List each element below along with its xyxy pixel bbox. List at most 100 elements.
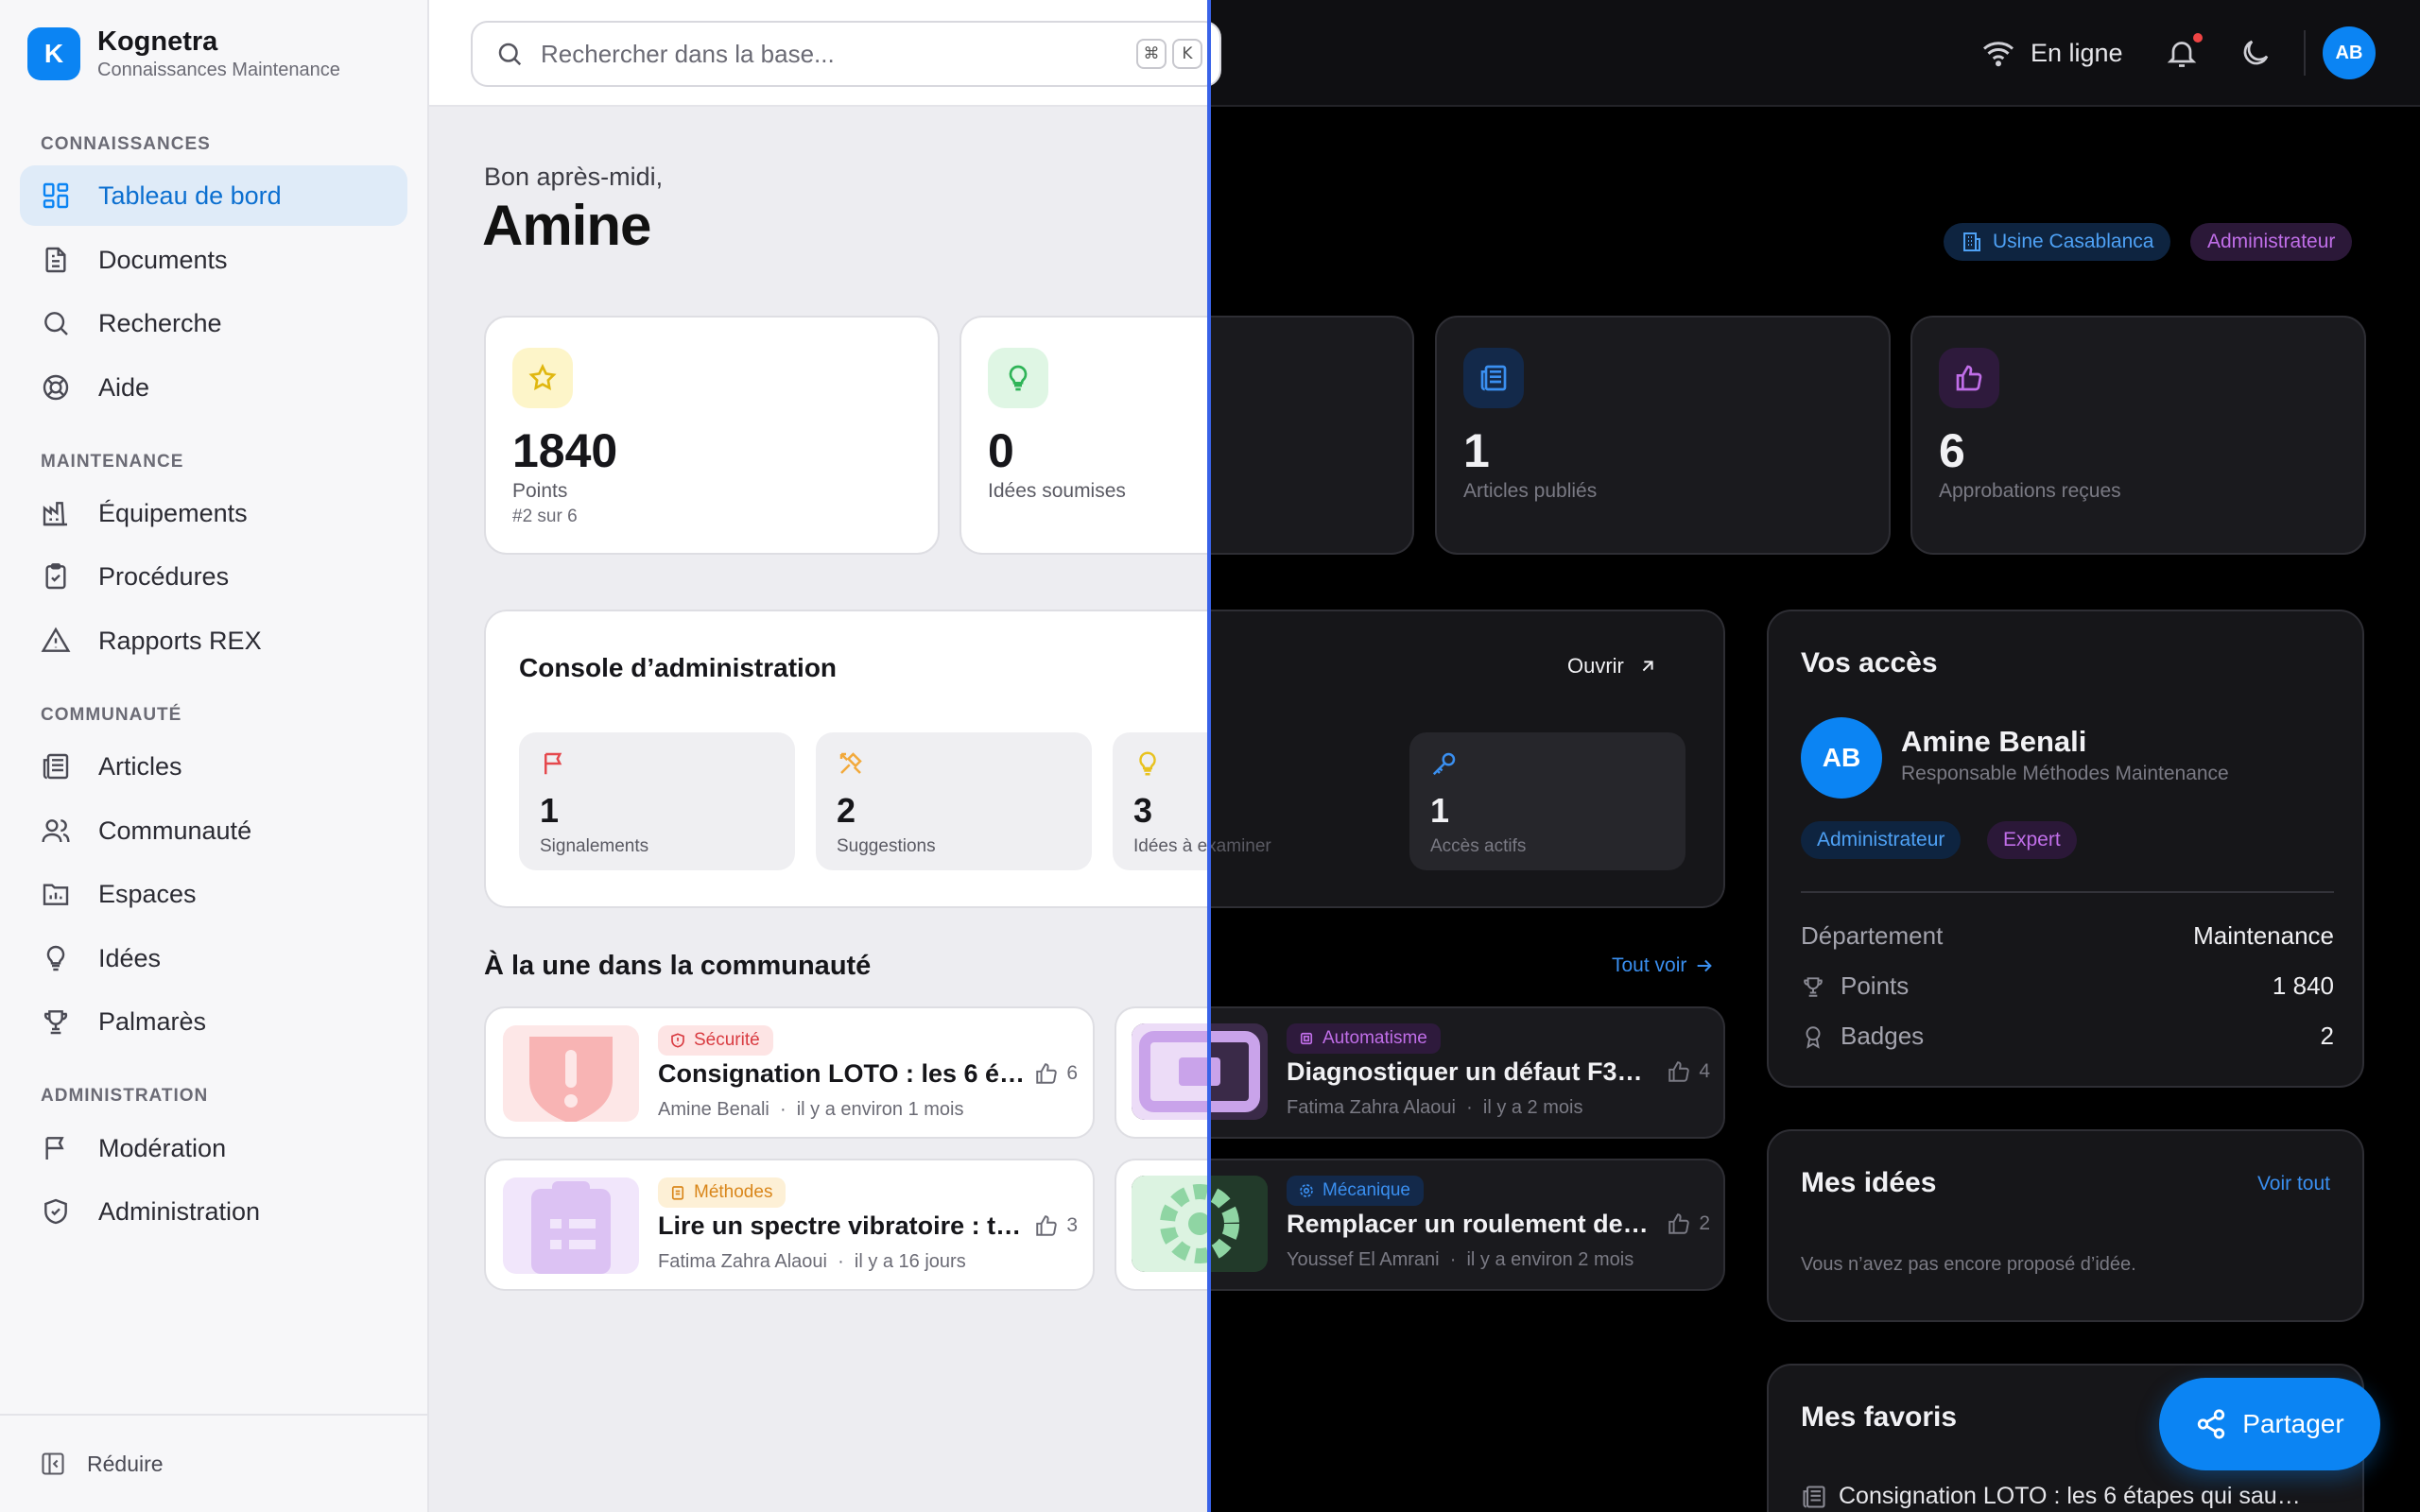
share-label: Partager	[2242, 1409, 2344, 1438]
thumbs-up-icon	[1034, 1061, 1059, 1086]
avatar[interactable]: AB	[2323, 26, 2376, 79]
see-all-link[interactable]: Tout voir	[1612, 954, 1715, 977]
access-row-department: Département Maintenance	[1801, 921, 2334, 950]
share-button[interactable]: Partager	[2159, 1378, 2380, 1470]
post-thumbnail	[1132, 1023, 1268, 1120]
post-likes[interactable]: 6	[1034, 1061, 1078, 1086]
console-item-signalements[interactable]: 1 Signalements	[519, 732, 795, 870]
shield-check-icon	[41, 1196, 71, 1227]
sidebar-item-label: Recherche	[98, 308, 222, 337]
console-item-acces[interactable]: 1 Accès actifs	[1409, 732, 1685, 870]
sidebar-item-rapports-rex[interactable]: Rapports REX	[20, 610, 407, 671]
post-tag: Mécanique	[1287, 1176, 1424, 1206]
sidebar-item-label: Idées	[98, 943, 162, 972]
expert-badge: Expert	[1987, 821, 2077, 859]
share-icon	[2195, 1408, 2227, 1440]
stat-value: 1	[1463, 424, 1490, 477]
shortcut-key-k: K	[1172, 39, 1202, 69]
console-item-value: 3	[1133, 791, 1153, 830]
stat-card-articles: 1 Articles publiés	[1435, 316, 1891, 555]
post-likes[interactable]: 2	[1667, 1211, 1710, 1236]
console-item-suggestions[interactable]: 2 Suggestions	[816, 732, 1092, 870]
favorite-item[interactable]: Consignation LOTO : les 6 étapes qui sau…	[1801, 1483, 2311, 1510]
brand-logo: K	[27, 27, 80, 80]
sidebar-item-idees[interactable]: Idées	[20, 928, 407, 988]
community-post[interactable]: Méthodes Lire un spectre vibratoire : tr…	[484, 1159, 1095, 1291]
sidebar-item-administration[interactable]: Administration	[20, 1181, 407, 1242]
console-item-label: Signalements	[540, 836, 649, 856]
stat-label: Points	[512, 480, 568, 502]
stat-label: Idées soumises	[988, 480, 1126, 502]
sidebar: K Kognetra Connaissances Maintenance CON…	[0, 0, 429, 1512]
shield-alert-icon	[669, 1032, 686, 1049]
post-meta: Youssef El Amrani · il y a environ 2 moi…	[1287, 1249, 1634, 1270]
search-icon	[495, 40, 524, 68]
sidebar-item-moderation[interactable]: Modération	[20, 1118, 407, 1178]
search-icon	[41, 308, 71, 338]
sidebar-item-documents[interactable]: Documents	[20, 230, 407, 290]
user-name: Amine Benali	[1901, 725, 2087, 758]
warning-icon	[41, 626, 71, 656]
connection-status: En ligne	[1979, 36, 2123, 70]
stat-label: Articles publiés	[1463, 480, 1598, 502]
brand[interactable]: K Kognetra Connaissances Maintenance	[27, 26, 340, 82]
sidebar-item-communaute[interactable]: Communauté	[20, 800, 407, 861]
console-item-idees[interactable]: 3 Idées à examiner	[1113, 732, 1271, 870]
admin-console-card: Console d’administration Ouvrir 1 Signal…	[484, 610, 1725, 908]
sidebar-item-label: Modération	[98, 1133, 227, 1162]
post-tag: Automatisme	[1287, 1023, 1441, 1054]
post-likes[interactable]: 4	[1667, 1059, 1710, 1084]
post-title: Diagnostiquer un défaut F30001 sur varia…	[1287, 1057, 1655, 1086]
sidebar-item-label: Procédures	[98, 561, 230, 591]
favorite-title: Consignation LOTO : les 6 étapes qui sau…	[1839, 1483, 2311, 1509]
console-open-button[interactable]: Ouvrir	[1567, 654, 1658, 679]
sidebar-item-recherche[interactable]: Recherche	[20, 293, 407, 353]
newspaper-icon	[41, 751, 71, 782]
arrow-right-icon	[1694, 955, 1715, 976]
console-title: Console d’administration	[519, 653, 838, 682]
sidebar-item-label: Administration	[98, 1196, 261, 1226]
stat-value: 0	[988, 424, 1014, 477]
site-chip: Usine Casablanca	[1944, 223, 2171, 261]
access-title: Vos accès	[1801, 647, 1938, 679]
section-communaute: COMMUNAUTÉ	[41, 705, 182, 725]
ideas-see-all-link[interactable]: Voir tout	[2257, 1173, 2330, 1195]
favorites-title: Mes favoris	[1801, 1401, 1958, 1433]
sidebar-item-equipements[interactable]: Équipements	[20, 483, 407, 543]
key-icon	[1430, 749, 1459, 778]
thumbs-up-icon	[1939, 348, 1999, 408]
newspaper-icon	[1801, 1484, 1827, 1510]
lightbulb-icon	[1133, 749, 1162, 778]
page-title: Amine	[482, 194, 651, 257]
sidebar-item-articles[interactable]: Articles	[20, 736, 407, 797]
search-input[interactable]: Rechercher dans la base... ⌘ K	[471, 21, 1221, 87]
section-connaissances: CONNAISSANCES	[41, 134, 211, 154]
section-administration: ADMINISTRATION	[41, 1086, 209, 1106]
theme-compare-divider[interactable]	[1207, 0, 1211, 1512]
sidebar-item-aide[interactable]: Aide	[20, 357, 407, 418]
console-item-value: 1	[540, 791, 560, 830]
brand-name: Kognetra	[97, 26, 218, 57]
thumbs-up-icon	[1667, 1059, 1691, 1084]
avatar: AB	[1801, 717, 1882, 799]
community-post[interactable]: Mécanique Remplacer un roulement de pomp…	[1115, 1159, 1725, 1291]
post-tag: Sécurité	[658, 1025, 773, 1056]
factory-icon	[41, 498, 71, 528]
moon-icon[interactable]	[2238, 36, 2273, 70]
sidebar-item-label: Documents	[98, 245, 228, 274]
thumbs-up-icon	[1034, 1213, 1059, 1238]
post-title: Remplacer un roulement de pompe centrifu…	[1287, 1210, 1655, 1238]
greeting-line: Bon après-midi,	[484, 163, 664, 191]
post-likes[interactable]: 3	[1034, 1213, 1078, 1238]
sidebar-item-procedures[interactable]: Procédures	[20, 546, 407, 607]
award-icon	[1801, 1024, 1825, 1049]
community-post[interactable]: Automatisme Diagnostiquer un défaut F300…	[1115, 1006, 1725, 1139]
collapse-sidebar-button[interactable]: Réduire	[0, 1414, 427, 1512]
access-row-points: Points 1 840	[1801, 971, 2334, 1001]
stat-value: 1840	[512, 424, 618, 477]
console-item-label: Accès actifs	[1430, 836, 1527, 856]
sidebar-item-espaces[interactable]: Espaces	[20, 864, 407, 924]
sidebar-item-palmares[interactable]: Palmarès	[20, 991, 407, 1052]
community-post[interactable]: Sécurité Consignation LOTO : les 6 étape…	[484, 1006, 1095, 1139]
sidebar-item-dashboard[interactable]: Tableau de bord	[20, 165, 407, 226]
